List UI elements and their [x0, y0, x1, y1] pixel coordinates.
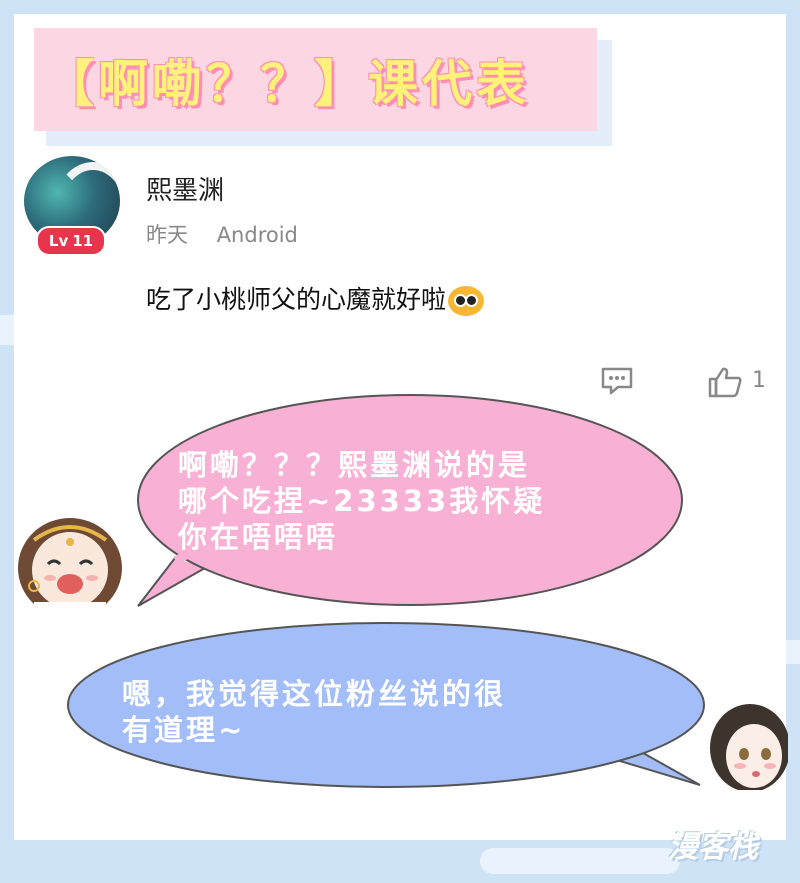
- blue-bubble-line: 嗯，我觉得这位粉丝说的很: [122, 677, 507, 711]
- character-girl-1: [18, 518, 122, 612]
- username[interactable]: 熙墨渊: [146, 170, 224, 207]
- character-girl-2: [710, 704, 788, 790]
- comment-meta: 昨天 Android: [146, 219, 298, 249]
- emoji-icon: [448, 286, 485, 316]
- blue-bubble-text: 嗯，我觉得这位粉丝说的很 有道理~: [122, 676, 682, 748]
- level-number: 11: [72, 232, 94, 250]
- watermark-logo: 漫客栈: [668, 830, 758, 865]
- pink-bubble-line: 哪个吃捏~23333我怀疑: [178, 484, 546, 518]
- pink-bubble-line: 你在唔唔唔: [178, 520, 339, 554]
- level-prefix: Lv: [48, 232, 69, 250]
- banner: 【啊嘞？？】课代表: [34, 28, 597, 131]
- level-badge: Lv 11: [36, 226, 106, 256]
- background-wave: [480, 848, 680, 874]
- comment-time: 昨天: [146, 223, 188, 247]
- pink-bubble-text: 啊嘞？？？熙墨渊说的是 哪个吃捏~23333我怀疑 你在唔唔唔: [178, 447, 678, 555]
- banner-title: 【啊嘞？？】课代表: [44, 54, 530, 113]
- blue-bubble-line: 有道理~: [122, 713, 246, 747]
- comment-device: Android: [216, 223, 298, 247]
- pink-bubble-line: 啊嘞？？？熙墨渊说的是: [178, 448, 531, 482]
- comment-text: 吃了小桃师父的心魔就好啦: [146, 285, 447, 314]
- comment-text-row: 吃了小桃师父的心魔就好啦: [146, 280, 485, 316]
